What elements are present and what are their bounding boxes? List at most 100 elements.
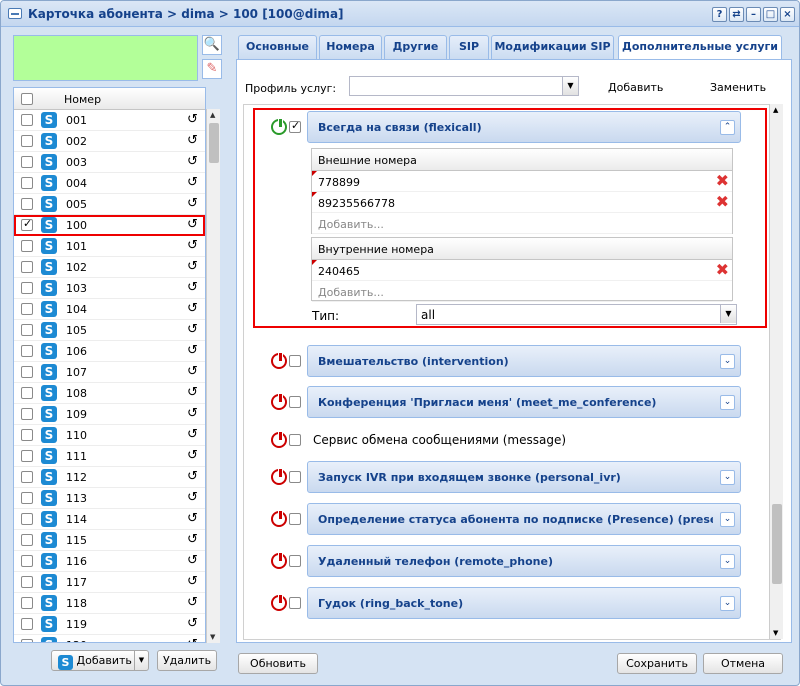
profile-add-button[interactable]: Добавить (608, 81, 663, 94)
profile-replace-button[interactable]: Заменить (710, 81, 766, 94)
reset-icon[interactable]: ↺ (187, 343, 198, 358)
refresh-button[interactable]: Обновить (238, 653, 318, 674)
table-row[interactable]: S 101 ↺ (14, 236, 205, 257)
reset-icon[interactable]: ↺ (187, 616, 198, 631)
row-checkbox[interactable] (21, 513, 33, 525)
table-row[interactable]: S 114 ↺ (14, 509, 205, 530)
row-checkbox[interactable] (21, 282, 33, 294)
chevron-down-icon[interactable]: ▼ (562, 77, 578, 95)
row-checkbox[interactable] (21, 114, 33, 126)
table-row[interactable]: S 109 ↺ (14, 404, 205, 425)
service-checkbox[interactable] (289, 555, 301, 567)
table-row[interactable]: S 100 ↺ (14, 215, 205, 236)
reset-icon[interactable]: ↺ (187, 217, 198, 232)
service-checkbox[interactable] (289, 434, 301, 446)
profile-select[interactable]: ▼ (349, 76, 579, 96)
reset-icon[interactable]: ↺ (187, 406, 198, 421)
expand-icon[interactable]: ⌄ (720, 470, 735, 485)
reset-icon[interactable]: ↺ (187, 280, 198, 295)
row-checkbox[interactable] (21, 618, 33, 630)
power-off-icon[interactable] (271, 594, 287, 611)
reset-icon[interactable]: ↺ (187, 490, 198, 505)
row-checkbox[interactable] (21, 198, 33, 210)
reset-icon[interactable]: ↺ (187, 322, 198, 337)
expand-icon[interactable]: ⌄ (720, 596, 735, 611)
reset-icon[interactable]: ↺ (187, 154, 198, 169)
table-row[interactable]: S 103 ↺ (14, 278, 205, 299)
power-off-icon[interactable] (271, 468, 287, 485)
tab-4[interactable]: Модификации SIP (491, 35, 614, 59)
reset-icon[interactable]: ↺ (187, 133, 198, 148)
table-row[interactable]: S 104 ↺ (14, 299, 205, 320)
table-row[interactable]: S 112 ↺ (14, 467, 205, 488)
row-checkbox[interactable] (21, 471, 33, 483)
edit-icon[interactable]: ✎ (202, 59, 222, 79)
row-checkbox[interactable] (21, 217, 33, 231)
table-row[interactable]: S 106 ↺ (14, 341, 205, 362)
row-checkbox[interactable] (21, 450, 33, 462)
table-row[interactable]: S 108 ↺ (14, 383, 205, 404)
row-checkbox[interactable] (21, 345, 33, 357)
row-checkbox[interactable] (21, 156, 33, 168)
table-row[interactable]: S 118 ↺ (14, 593, 205, 614)
table-row[interactable]: S 005 ↺ (14, 194, 205, 215)
table-row[interactable]: S 117 ↺ (14, 572, 205, 593)
dropdown-arrow-icon[interactable]: ▼ (134, 651, 148, 670)
service-header[interactable]: Определение статуса абонента по подписке… (307, 503, 741, 535)
table-row[interactable]: S 105 ↺ (14, 320, 205, 341)
reset-icon[interactable]: ↺ (187, 175, 198, 190)
service-checkbox[interactable] (289, 396, 301, 408)
row-checkbox[interactable] (21, 639, 33, 642)
table-row[interactable]: S 003 ↺ (14, 152, 205, 173)
services-scrollbar[interactable]: ▲ ▼ (769, 104, 783, 639)
row-checkbox[interactable] (21, 177, 33, 189)
help-icon[interactable]: ? (712, 7, 727, 22)
power-off-icon[interactable] (271, 393, 287, 410)
row-checkbox[interactable] (21, 324, 33, 336)
table-row[interactable]: S 119 ↺ (14, 614, 205, 635)
refresh-window-icon[interactable]: ⇄ (729, 7, 744, 22)
table-row[interactable]: S 113 ↺ (14, 488, 205, 509)
tab-2[interactable]: Другие (384, 35, 447, 59)
power-off-icon[interactable] (271, 352, 287, 369)
table-row[interactable]: S 002 ↺ (14, 131, 205, 152)
reset-icon[interactable]: ↺ (187, 196, 198, 211)
row-checkbox[interactable] (21, 492, 33, 504)
minimize-icon[interactable]: – (746, 7, 761, 22)
reset-icon[interactable]: ↺ (187, 364, 198, 379)
row-checkbox[interactable] (21, 240, 33, 252)
delete-subscriber-button[interactable]: Удалить (157, 650, 217, 671)
save-button[interactable]: Сохранить (617, 653, 697, 674)
add-subscriber-button[interactable]: S Добавить ▼ (51, 650, 149, 671)
service-checkbox[interactable] (289, 597, 301, 609)
table-row[interactable]: S 120 ↺ (14, 635, 205, 642)
close-icon[interactable]: × (780, 7, 795, 22)
table-row[interactable]: S 004 ↺ (14, 173, 205, 194)
reset-icon[interactable]: ↺ (187, 574, 198, 589)
row-checkbox[interactable] (21, 576, 33, 588)
service-checkbox[interactable] (289, 513, 301, 525)
reset-icon[interactable]: ↺ (187, 469, 198, 484)
table-row[interactable]: S 001 ↺ (14, 110, 205, 131)
service-header[interactable]: Запуск IVR при входящем звонке (personal… (307, 461, 741, 493)
row-checkbox[interactable] (21, 534, 33, 546)
table-row[interactable]: S 107 ↺ (14, 362, 205, 383)
tab-0[interactable]: Основные (238, 35, 317, 59)
row-checkbox[interactable] (21, 387, 33, 399)
tab-5[interactable]: Дополнительные услуги (618, 35, 782, 60)
cancel-button[interactable]: Отмена (703, 653, 783, 674)
table-row[interactable]: S 110 ↺ (14, 425, 205, 446)
table-row[interactable]: S 102 ↺ (14, 257, 205, 278)
expand-icon[interactable]: ⌄ (720, 354, 735, 369)
search-icon[interactable]: 🔍 (202, 35, 222, 55)
reset-icon[interactable]: ↺ (187, 238, 198, 253)
reset-icon[interactable]: ↺ (187, 511, 198, 526)
row-checkbox[interactable] (21, 555, 33, 567)
row-checkbox[interactable] (21, 366, 33, 378)
tab-1[interactable]: Номера (319, 35, 382, 59)
reset-icon[interactable]: ↺ (187, 301, 198, 316)
tab-3[interactable]: SIP (449, 35, 489, 59)
row-checkbox[interactable] (21, 261, 33, 273)
reset-icon[interactable]: ↺ (187, 595, 198, 610)
table-row[interactable]: S 115 ↺ (14, 530, 205, 551)
